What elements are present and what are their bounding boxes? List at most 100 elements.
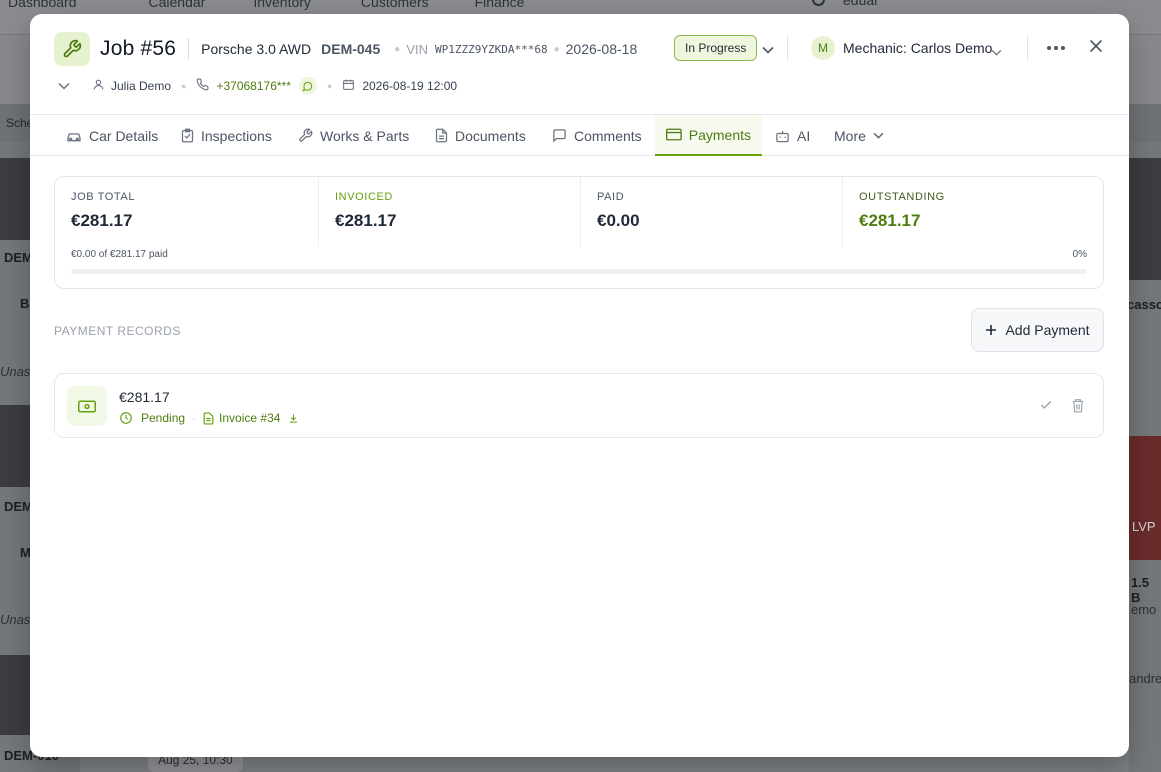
tab-ai[interactable]: AI [764, 115, 821, 156]
vin-label: VIN [406, 41, 428, 57]
mechanic-selector[interactable]: Mechanic: Carlos Demo [843, 40, 992, 56]
tab-car-details[interactable]: Car Details [55, 115, 169, 156]
document-icon [435, 128, 448, 143]
summary-value: €281.17 [335, 211, 397, 230]
payment-actions [1039, 398, 1085, 413]
separator-dot: ● [326, 81, 333, 91]
bg-card-sub: andre [1129, 671, 1161, 686]
document-icon [203, 411, 214, 425]
tab-label: AI [797, 127, 811, 144]
add-payment-label: Add Payment [1005, 322, 1090, 338]
trash-icon[interactable] [1071, 398, 1085, 413]
vin-value: WP1ZZZ9YZKDA***68 [434, 42, 548, 56]
summary-label: Paid [597, 191, 625, 203]
car-icon [67, 132, 81, 141]
summary-job-total: Job Total €281.17 [55, 177, 318, 247]
payment-meta: Pending · Invoice #34 [119, 411, 299, 425]
tab-documents[interactable]: Documents [424, 115, 537, 156]
summary-invoiced: Invoiced €281.17 [318, 177, 580, 247]
tab-payments[interactable]: Payments [655, 115, 762, 156]
check-icon[interactable] [1039, 398, 1053, 412]
progress-percent: 0% [1072, 249, 1087, 260]
bg-nav-customers: Customers [360, 0, 429, 10]
bg-photo [1129, 436, 1161, 560]
tab-label: Comments [574, 127, 642, 144]
progress-bar [71, 269, 1087, 274]
phone-icon [196, 78, 209, 94]
payment-summary-card: Job Total €281.17 Invoiced €281.17 Paid … [54, 176, 1104, 289]
tab-label: Works & Parts [320, 127, 410, 144]
summary-value: €281.17 [859, 211, 921, 230]
add-payment-button[interactable]: Add Payment [971, 308, 1104, 352]
search-icon [812, 0, 825, 6]
customer-name[interactable]: Julia Demo [111, 79, 171, 93]
divider [787, 35, 788, 61]
payment-records-title: PAYMENT RECORDS [54, 324, 181, 338]
summary-label: Outstanding [859, 191, 945, 203]
chevron-down-icon [873, 132, 884, 139]
job-modal: Job #56 Porsche 3.0 AWD DEM-045 ● VIN WP… [30, 14, 1129, 757]
bg-card-name: B [20, 296, 30, 311]
tab-works-parts[interactable]: Works & Parts [287, 115, 420, 156]
status-badge[interactable]: In Progress [674, 35, 758, 61]
clock-icon [120, 412, 132, 424]
bg-card-assignee: Unas [0, 364, 31, 379]
separator-dot: ● [394, 43, 401, 55]
summary-label: Invoiced [335, 191, 393, 203]
robot-icon [776, 130, 789, 142]
separator-dot: · [192, 411, 197, 425]
background-search: eduar [798, 0, 1128, 14]
tab-label: More [834, 127, 866, 144]
user-icon [92, 78, 105, 94]
divider [1027, 35, 1028, 61]
more-options-button[interactable] [1044, 38, 1068, 58]
progress-text: €0.00 of €281.17 paid [71, 249, 168, 260]
background-nav: Dashboard Calendar Inventory Customers F… [0, 0, 524, 14]
appointment-datetime: 2026-08-19 12:00 [362, 79, 458, 93]
bg-card-sub: emo [1131, 602, 1157, 617]
job-title: Job #56 [100, 37, 177, 60]
chat-icon[interactable] [298, 77, 317, 95]
tab-label: Payments [688, 126, 751, 143]
summary-outstanding: Outstanding €281.17 [842, 177, 1103, 247]
expand-chevron-icon[interactable] [58, 79, 70, 93]
bg-nav-dashboard: Dashboard [8, 0, 77, 10]
separator-dot: ● [553, 43, 560, 55]
tab-inspections[interactable]: Inspections [170, 115, 283, 156]
close-icon[interactable] [1087, 37, 1105, 55]
wrench-icon [54, 32, 90, 66]
separator-dot: ● [181, 81, 187, 91]
payment-amount: €281.17 [119, 389, 170, 405]
clipboard-icon [181, 128, 194, 143]
bg-nav-calendar: Calendar [148, 0, 206, 10]
avatar: M [811, 36, 835, 60]
plate-number: DEM-045 [321, 41, 381, 57]
tab-more[interactable]: More [823, 115, 895, 156]
bg-search-value: eduar [843, 0, 879, 8]
summary-label: Job Total [71, 191, 136, 203]
bg-photo [1129, 158, 1161, 280]
tab-label: Inspections [201, 127, 272, 144]
car-model: Porsche 3.0 AWD [201, 41, 312, 57]
bg-photo [0, 405, 30, 487]
comment-icon [553, 129, 566, 143]
job-date: 2026-08-18 [565, 41, 638, 57]
bg-plate-text: LVP [1132, 519, 1156, 534]
invoice-link[interactable]: Invoice #34 [219, 411, 280, 425]
chevron-down-icon[interactable] [762, 41, 774, 59]
payment-status: Pending [141, 411, 186, 425]
bg-card-name: casso [1127, 297, 1161, 312]
bg-nav-inventory: Inventory [253, 0, 311, 10]
bg-card-name: 1.5 B [1131, 575, 1150, 605]
banknote-icon [67, 386, 107, 426]
divider [188, 38, 190, 60]
calendar-icon [342, 78, 355, 94]
tab-comments[interactable]: Comments [541, 115, 653, 156]
download-icon[interactable] [288, 413, 299, 424]
bg-photo [0, 158, 30, 240]
chevron-down-icon[interactable] [991, 43, 1002, 61]
bg-card-assignee: Unas [0, 612, 31, 627]
bg-nav-finance: Finance [474, 0, 525, 10]
credit-card-icon [666, 128, 682, 141]
phone-link[interactable]: +37068176*** [216, 79, 290, 93]
